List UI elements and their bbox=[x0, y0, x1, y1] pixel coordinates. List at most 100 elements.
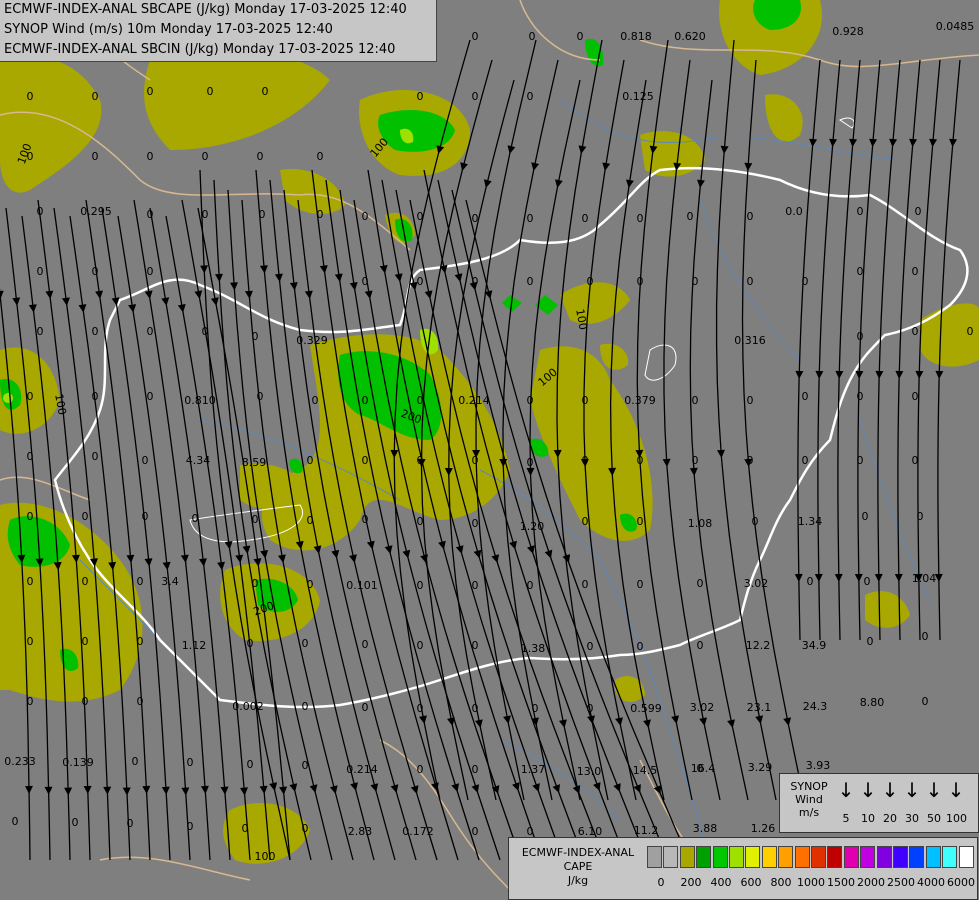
cape-color-swatch bbox=[843, 846, 859, 868]
cin-value-label: 0 bbox=[132, 755, 139, 768]
cin-value-label: 0 bbox=[147, 325, 154, 338]
cin-value-label: 0 bbox=[417, 90, 424, 103]
cin-value-label: 0 bbox=[472, 30, 479, 43]
cin-value-label: 0 bbox=[747, 394, 754, 407]
cin-value-label: 0 bbox=[92, 450, 99, 463]
cin-value-label: 0 bbox=[637, 515, 644, 528]
cape-color-swatch bbox=[909, 846, 925, 868]
wind-arrow-icon: ↓ bbox=[925, 778, 943, 802]
cin-value-label: 0 bbox=[302, 637, 309, 650]
cin-value-label: 0 bbox=[82, 510, 89, 523]
cin-value-label: 0 bbox=[532, 702, 539, 715]
cin-value-label: 23.1 bbox=[747, 701, 772, 714]
cin-value-label: 0 bbox=[697, 639, 704, 652]
cin-value-label: 0 bbox=[417, 579, 424, 592]
cin-value-label: 0 bbox=[137, 575, 144, 588]
cin-value-label: 1.20 bbox=[520, 520, 545, 533]
cin-value-label: 0 bbox=[72, 816, 79, 829]
cin-value-label: 0 bbox=[472, 825, 479, 838]
cin-value-label: 0 bbox=[857, 454, 864, 467]
cin-value-label: 0 bbox=[12, 815, 19, 828]
cin-value-label: 1.08 bbox=[688, 517, 713, 530]
cape-color-swatch bbox=[827, 846, 843, 868]
cin-value-label: 0 bbox=[747, 454, 754, 467]
wind-arrow-icon: ↓ bbox=[881, 778, 899, 802]
wind-arrow-icon: ↓ bbox=[947, 778, 965, 802]
cin-value-label: 2.83 bbox=[348, 825, 373, 838]
cin-value-label: 0 bbox=[362, 394, 369, 407]
cin-value-label: 0 bbox=[637, 275, 644, 288]
cin-value-label: 0 bbox=[867, 635, 874, 648]
cin-value-label: 0 bbox=[252, 513, 259, 526]
cin-value-label: 0.0485 bbox=[936, 20, 975, 33]
cape-color-swatch bbox=[942, 846, 958, 868]
cin-value-label: 0 bbox=[472, 454, 479, 467]
cin-value-label: 0.620 bbox=[674, 30, 706, 43]
cin-value-label: 0 bbox=[142, 510, 149, 523]
cin-value-label: 0 bbox=[802, 275, 809, 288]
cin-value-label: 0 bbox=[37, 265, 44, 278]
cin-value-label: 0 bbox=[192, 512, 199, 525]
cin-value-label: 0 bbox=[587, 640, 594, 653]
cin-value-label: 0.139 bbox=[62, 756, 94, 769]
cin-value-label: 1.37 bbox=[521, 763, 546, 776]
cin-value-label: 0 bbox=[27, 695, 34, 708]
cin-value-label: 3.29 bbox=[748, 761, 773, 774]
cin-value-label: 0 bbox=[527, 579, 534, 592]
cin-value-label: 0 bbox=[202, 208, 209, 221]
cin-value-label: 0 bbox=[857, 330, 864, 343]
cin-value-label: 0 bbox=[529, 30, 536, 43]
cin-value-label: 1.12 bbox=[182, 639, 207, 652]
cin-value-label: 0 bbox=[472, 275, 479, 288]
cin-value-label: 0 bbox=[92, 325, 99, 338]
cape-color-swatch bbox=[893, 846, 908, 868]
wind-speed-label: 50 bbox=[927, 812, 941, 825]
cin-value-label: 0 bbox=[27, 510, 34, 523]
cape-color-swatch bbox=[696, 846, 712, 868]
cin-value-label: 0 bbox=[27, 90, 34, 103]
cin-value-label: 14.5 bbox=[633, 764, 658, 777]
cin-value-label: 0 bbox=[187, 820, 194, 833]
cin-value-label: 0 bbox=[802, 454, 809, 467]
cin-value-label: 0.002 bbox=[232, 700, 264, 713]
cin-value-label: 0.214 bbox=[346, 763, 378, 776]
cin-value-label: 1.04 bbox=[912, 572, 937, 585]
cin-value-label: 0 bbox=[417, 275, 424, 288]
cin-value-label: 0 bbox=[27, 450, 34, 463]
cin-value-label: 0 bbox=[27, 390, 34, 403]
cin-value-label: 0 bbox=[747, 210, 754, 223]
cin-value-label: 0 bbox=[147, 208, 154, 221]
cin-value-label: 0 bbox=[747, 275, 754, 288]
cin-value-label: 0 bbox=[527, 456, 534, 469]
cape-color-swatch bbox=[729, 846, 744, 868]
cin-value-label: 1.34 bbox=[798, 515, 823, 528]
cin-value-label: 0 bbox=[582, 578, 589, 591]
cin-value-label: 0 bbox=[582, 212, 589, 225]
cape-color-swatch bbox=[745, 846, 761, 868]
cin-value-label: 0.810 bbox=[184, 394, 216, 407]
wind-speed-label: 30 bbox=[905, 812, 919, 825]
cape-color-swatch bbox=[761, 846, 777, 868]
cin-value-label: 0 bbox=[637, 212, 644, 225]
map-title-box: ECMWF-INDEX-ANAL SBCAPE (J/kg) Monday 17… bbox=[0, 0, 437, 62]
cape-color-swatch bbox=[794, 846, 810, 868]
cin-value-label: 0 bbox=[259, 208, 266, 221]
cin-value-label: 0.379 bbox=[624, 394, 656, 407]
cape-legend-label-line: J/kg bbox=[567, 874, 589, 887]
cin-value-label: 0.316 bbox=[734, 334, 766, 347]
cin-value-label: 0 bbox=[362, 638, 369, 651]
cape-color-swatch bbox=[876, 846, 892, 868]
cin-value-label: 0.818 bbox=[620, 30, 652, 43]
cin-value-label: 0 bbox=[692, 394, 699, 407]
cin-value-label: 0 bbox=[472, 212, 479, 225]
cin-value-label: 0.101 bbox=[346, 579, 378, 592]
cin-value-label: 0 bbox=[967, 325, 974, 338]
wind-legend: SYNOP Wind m/s ↓ ↓ ↓ ↓ ↓ ↓ 5 10 20 30 50… bbox=[779, 773, 979, 833]
cin-value-label: 0 bbox=[362, 275, 369, 288]
cin-value-label: 0 bbox=[27, 635, 34, 648]
cape-color-swatch bbox=[663, 846, 679, 868]
cin-value-label: 0 bbox=[587, 702, 594, 715]
cin-value-label: 1.38 bbox=[521, 642, 546, 655]
cin-value-label: 0 bbox=[302, 700, 309, 713]
cin-value-label: 0 bbox=[752, 515, 759, 528]
